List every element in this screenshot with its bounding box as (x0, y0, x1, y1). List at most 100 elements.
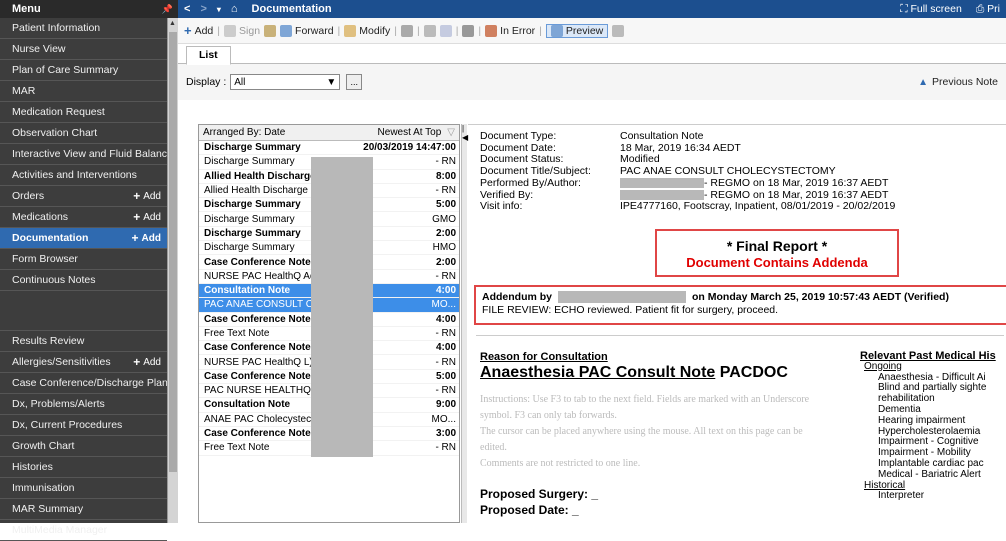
scroll-up-icon[interactable]: ▲ (169, 20, 176, 27)
sidebar-item-continuous-notes[interactable]: Continuous Notes (0, 270, 167, 291)
heart-icon[interactable] (439, 24, 452, 37)
sidebar-item-label: Documentation (12, 232, 89, 244)
list-item-date: 2:00 (435, 227, 456, 239)
addendum-by-label: Addendum by (482, 291, 552, 303)
preview-button[interactable]: Preview (545, 23, 609, 38)
sidebar-item-medications[interactable]: Medications + Add (0, 207, 167, 228)
sidebar-item-documentation[interactable]: Documentation + Add (0, 228, 167, 249)
pin-icon[interactable]: 📌 (162, 4, 173, 15)
sidebar-item-mar[interactable]: MAR (0, 81, 167, 102)
pane-splitter[interactable]: |◀ (461, 124, 468, 523)
in-error-button[interactable]: In Error (485, 24, 535, 37)
sidebar-item-plan-of-care-summary[interactable]: Plan of Care Summary (0, 60, 167, 81)
sidebar-item-dx-current-procedures[interactable]: Dx, Current Procedures (0, 415, 167, 436)
sidebar-scrollbar[interactable]: ▲ (167, 18, 178, 523)
sidebar-list: Patient Information Nurse View Plan of Car… (0, 18, 167, 541)
list-item-date: - RN (435, 156, 456, 168)
sidebar-item-label: Results Review (12, 335, 85, 347)
back-icon[interactable]: < (184, 3, 190, 15)
list-item-date: 8:00 (435, 170, 456, 182)
list-item-date: 2:00 (435, 256, 456, 268)
sidebar-item-nurse-view[interactable]: Nurse View (0, 39, 167, 60)
sidebar-title: Menu (12, 3, 41, 15)
sidebar-item-multimedia-manager[interactable]: MultiMedia Manager + Add (0, 520, 167, 541)
attach-icon[interactable] (423, 24, 436, 37)
sign-button[interactable]: Sign (224, 24, 260, 37)
sidebar-add-button[interactable]: + Add (133, 189, 161, 203)
list-item-date: - RN (435, 270, 456, 282)
forward-doc-icon (280, 24, 293, 37)
list-item-title: Discharge Summary (204, 242, 295, 254)
list-item-title: Case Conference Note (204, 313, 311, 325)
list-item-date: GMO (432, 213, 456, 225)
stamp-icon[interactable] (264, 24, 277, 37)
sidebar-item-dx-problems-alerts[interactable]: Dx, Problems/Alerts (0, 394, 167, 415)
sidebar-item-allergies-sensitivities[interactable]: Allergies/Sensitivities + Add (0, 352, 167, 373)
display-label: Display : (186, 76, 227, 88)
print-button[interactable]: ⎙ Pri (976, 3, 1000, 16)
sidebar-item-label: Activities and Interventions (12, 169, 137, 181)
sidebar-item-label: Growth Chart (12, 440, 75, 452)
title-bar: < > ▾ ⌂ Documentation ⛶ Full screen ⎙ Pr… (178, 0, 1006, 18)
tag-icon[interactable] (612, 24, 625, 37)
grid-icon[interactable] (462, 24, 475, 37)
page-title: Documentation (251, 3, 332, 15)
tab-list[interactable]: List (186, 46, 231, 65)
addenda-notice: Document Contains Addenda (686, 255, 868, 270)
list-item-date: 5:00 (435, 199, 456, 211)
sidebar-item-interactive-view-and-fluid-balance[interactable]: Interactive View and Fluid Balance (0, 144, 167, 165)
full-screen-button[interactable]: ⛶ Full screen (900, 3, 962, 16)
sidebar-item-immunisation[interactable]: Immunisation (0, 478, 167, 499)
metadata-value: IPE4777160, Footscray, Inpatient, 08/01/… (620, 200, 896, 213)
sidebar-item-label: Dx, Current Procedures (12, 419, 123, 431)
sidebar-add-button[interactable]: + Add (133, 523, 161, 537)
more-options-button[interactable]: ... (346, 74, 363, 90)
proposed-surgery[interactable]: Proposed Surgery: _ (480, 486, 810, 502)
display-select[interactable]: All ▼ (230, 74, 341, 90)
sidebar-item-form-browser[interactable]: Form Browser (0, 249, 167, 270)
forward-icon[interactable]: > (200, 3, 206, 15)
redacted-name (620, 178, 704, 189)
sidebar-add-button[interactable]: + Add (132, 231, 161, 245)
forward-button[interactable]: Forward (280, 24, 334, 37)
sidebar-item-orders[interactable]: Orders + Add (0, 186, 167, 207)
modify-button[interactable]: Modify (344, 24, 390, 37)
scroll-thumb[interactable] (169, 32, 177, 472)
list-item-date: 3:00 (435, 428, 456, 440)
copy-icon[interactable] (400, 24, 413, 37)
sidebar-item-observation-chart[interactable]: Observation Chart (0, 123, 167, 144)
sidebar-item-mar-summary[interactable]: MAR Summary (0, 499, 167, 520)
metadata-key: Performed By/Author: (480, 176, 581, 189)
sidebar-item-patient-information[interactable]: Patient Information (0, 18, 167, 39)
sidebar-item-activities-and-interventions[interactable]: Activities and Interventions (0, 165, 167, 186)
sidebar-item-histories[interactable]: Histories (0, 457, 167, 478)
add-button[interactable]: + Add (184, 23, 213, 38)
sidebar-item-medication-request[interactable]: Medication Request (0, 102, 167, 123)
list-item-date: - RN (435, 185, 456, 197)
sidebar-item-label: Observation Chart (12, 127, 98, 139)
list-item-title: Discharge Summary (204, 213, 295, 225)
list-item-date: 4:00 (435, 285, 456, 297)
sidebar-add-button[interactable]: + Add (133, 210, 161, 224)
history-item: Hearing impairment (878, 414, 966, 426)
list-item-date: - RN (435, 328, 456, 339)
home-icon[interactable]: ⌂ (231, 3, 238, 15)
sidebar-item-growth-chart[interactable]: Growth Chart (0, 436, 167, 457)
filter-icon[interactable]: ▽ (447, 127, 455, 138)
sign-icon (224, 24, 237, 37)
list-item-date: - RN (435, 385, 456, 397)
dropdown-icon[interactable]: ▾ (217, 5, 221, 14)
sort-order-header[interactable]: Newest At Top (378, 127, 442, 138)
proposed-date[interactable]: Proposed Date: _ (480, 502, 810, 518)
sidebar-item-case-conference-discharge-planni[interactable]: Case Conference/Discharge Planni (0, 373, 167, 394)
previous-note-button[interactable]: ▲ Previous Note (918, 76, 998, 88)
plus-icon: + (133, 523, 141, 537)
list-item-date: 4:00 (435, 342, 456, 354)
sidebar-add-button[interactable]: + Add (133, 355, 161, 369)
list-item-title: Case Conference Note (204, 256, 311, 268)
sidebar-item-label: Plan of Care Summary (12, 64, 119, 76)
arranged-by-header[interactable]: Arranged By: Date (203, 127, 285, 138)
list-item[interactable]: Discharge Summary 20/03/2019 14:47:00 (199, 141, 459, 156)
redacted-name (620, 189, 704, 200)
sidebar-item-results-review[interactable]: Results Review (0, 331, 167, 352)
